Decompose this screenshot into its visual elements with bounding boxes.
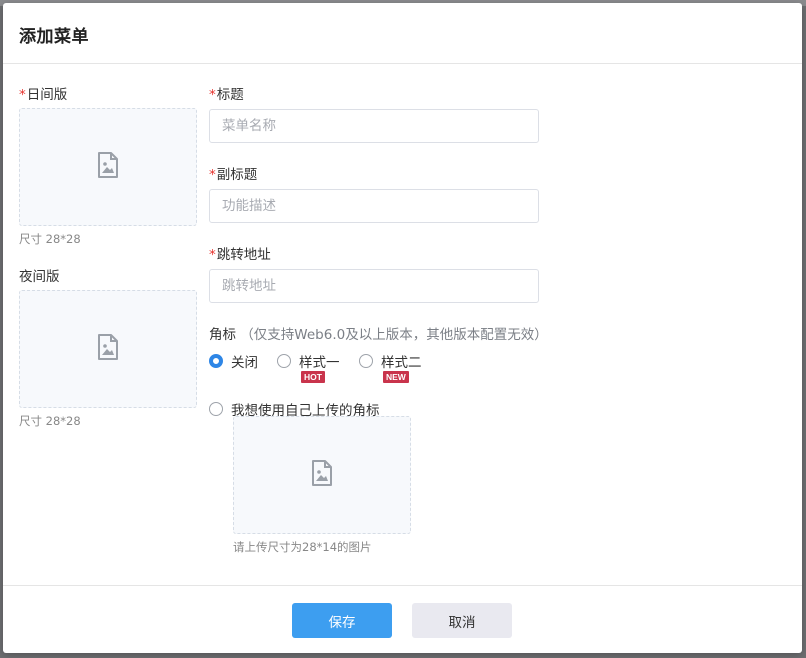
required-mark: * [19,87,26,103]
image-placeholder-icon [311,460,333,490]
custom-badge-upload[interactable] [233,416,411,534]
night-icon-upload[interactable] [19,290,197,408]
badge-option-off[interactable]: 关闭 [209,351,258,371]
badge-version-note: （仅支持Web6.0及以上版本，其他版本配置无效） [240,327,548,343]
subtitle-input[interactable] [209,189,539,223]
title-label: *标题 [209,87,244,103]
badge-option-style-one[interactable]: 样式一 [277,351,340,371]
hot-tag: HOT [301,371,325,383]
radio-checked-icon [209,354,223,368]
save-button[interactable]: 保存 [292,603,392,638]
title-input[interactable] [209,109,539,143]
badge-label: 角标 （仅支持Web6.0及以上版本，其他版本配置无效） [209,327,548,343]
cancel-button[interactable]: 取消 [412,603,512,638]
image-placeholder-icon [97,334,119,364]
day-icon-upload[interactable] [19,108,197,226]
new-tag: NEW [383,371,409,383]
required-mark: * [209,167,216,183]
image-placeholder-icon [97,152,119,182]
dialog-title: 添加菜单 [19,27,89,47]
night-icon-label: 夜间版 [19,269,60,285]
add-menu-dialog: 添加菜单 *日间版 尺寸 28*28 夜间版 尺寸 28*28 *标题 *副标题… [3,3,802,653]
subtitle-label: *副标题 [209,167,258,183]
custom-badge-size-hint: 请上传尺寸为28*14的图片 [233,540,372,554]
radio-icon [209,402,223,416]
night-icon-size-hint: 尺寸 28*28 [19,414,81,428]
day-icon-size-hint: 尺寸 28*28 [19,232,81,246]
badge-option-style-two[interactable]: 样式二 [359,351,422,371]
dialog-header: 添加菜单 [3,3,802,64]
required-mark: * [209,87,216,103]
url-label: *跳转地址 [209,247,271,263]
dialog-footer: 保存 取消 [3,585,802,653]
url-input[interactable] [209,269,539,303]
required-mark: * [209,247,216,263]
radio-icon [277,354,291,368]
radio-icon [359,354,373,368]
day-icon-label: *日间版 [19,87,68,103]
